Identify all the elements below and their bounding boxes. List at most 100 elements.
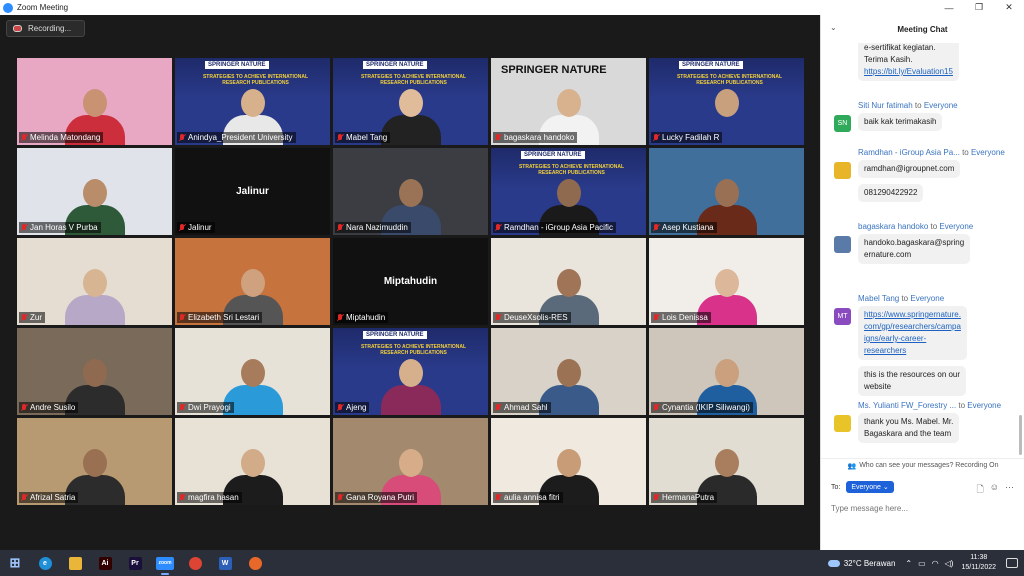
maximize-button[interactable]: ❐ [964, 0, 994, 15]
participant-name-label: Jalinur [177, 222, 215, 233]
minimize-button[interactable]: — [934, 0, 964, 15]
participant-tile[interactable]: SPRINGER NATURE STRATEGIES TO ACHIEVE INT… [175, 58, 330, 145]
weather-widget[interactable]: 32°C Berawan [827, 559, 895, 568]
premiere-icon[interactable]: Pr [120, 550, 150, 576]
message-link[interactable]: https://bit.ly/Evaluation15 [864, 66, 953, 78]
chat-privacy-notice[interactable]: 👥 Who can see your messages? Recording O… [821, 458, 1024, 472]
springer-nature-logo: SPRINGER NATURE [521, 151, 585, 159]
message-text: 081290422922 [864, 188, 918, 197]
more-icon[interactable]: ··· [1005, 482, 1014, 498]
chrome-icon[interactable] [180, 550, 210, 576]
participant-name-label: Anindya_President University [177, 132, 296, 143]
recording-indicator[interactable]: Recording... [6, 20, 85, 37]
participant-name: Miptahudin [346, 313, 386, 322]
to-word: to [901, 294, 909, 303]
message-link[interactable]: researchers [864, 345, 961, 357]
participant-name: Zur [30, 313, 42, 322]
system-tray: 32°C Berawan ⌃ ▭ ◠ ◁) 11:38 15/11/2022 [827, 550, 1024, 576]
participant-tile[interactable]: SPRINGER NATURE STRATEGIES TO ACHIEVE INT… [649, 58, 804, 145]
message-link[interactable]: https://www.springernature. [864, 309, 961, 321]
file-explorer-icon[interactable] [60, 550, 90, 576]
springer-nature-logo: SPRINGER NATURE [363, 61, 427, 69]
chat-title: Meeting Chat [897, 24, 948, 34]
chat-scrollbar[interactable] [1019, 415, 1022, 455]
volume-icon[interactable]: ◁) [945, 559, 954, 568]
participant-tile[interactable]: Elizabeth Sri Lestari [175, 238, 330, 325]
windows-start-icon[interactable]: ⊞ [0, 550, 30, 576]
recipient-select[interactable]: Everyone ⌄ [846, 481, 894, 493]
participant-tile[interactable]: Cynantia (IKIP Siliwangi) [649, 328, 804, 415]
message-sender: Mabel Tang to Everyone [858, 294, 944, 303]
illustrator-icon[interactable]: Ai [90, 550, 120, 576]
message-text: ernature.com [864, 250, 912, 259]
emoji-icon[interactable]: ☺ [990, 482, 999, 498]
sender-name: Ramdhan - iGroup Asia Pa... [858, 148, 960, 157]
participant-tile[interactable]: Dwi Prayogi [175, 328, 330, 415]
participant-tile[interactable]: HermanaPutra [649, 418, 804, 505]
participant-tile[interactable]: Nara Nazimuddin [333, 148, 488, 235]
muted-mic-icon [653, 403, 659, 412]
participant-tile[interactable]: SPRINGER NATURE STRATEGIES TO ACHIEVE INT… [333, 328, 488, 415]
notification-icon[interactable] [1006, 558, 1018, 568]
participant-tile[interactable]: DeuseXsolis-RES [491, 238, 646, 325]
participant-tile[interactable]: Ahmad Sahl [491, 328, 646, 415]
participant-name: Mabel Tang [346, 133, 388, 142]
participant-tile[interactable]: SPRINGER NATURE bagaskara handoko [491, 58, 646, 145]
muted-mic-icon [21, 493, 27, 502]
chevron-down-icon[interactable]: ⌄ [830, 23, 837, 32]
participant-tile[interactable]: SPRINGER NATURE STRATEGIES TO ACHIEVE INT… [333, 58, 488, 145]
muted-mic-icon [337, 493, 343, 502]
windows-taskbar: ⊞ e Ai Pr zoom W 32°C Berawan ⌃ ▭ ◠ ◁) 11:38 … [0, 550, 1024, 576]
participant-name: Jan Horas V Purba [30, 223, 98, 232]
participant-name: Melinda Matondang [30, 133, 101, 142]
battery-icon[interactable]: ▭ [918, 559, 926, 568]
muted-mic-icon [495, 493, 501, 502]
participant-tile[interactable]: SPRINGER NATURE STRATEGIES TO ACHIEVE INT… [491, 148, 646, 235]
muted-mic-icon [179, 223, 185, 232]
clock-date: 15/11/2022 [961, 564, 996, 571]
message-link[interactable]: igns/early-career- [864, 333, 961, 345]
chevron-up-icon[interactable]: ⌃ [905, 559, 912, 568]
participant-tile[interactable]: Melinda Matondang [17, 58, 172, 145]
message-text: this is the resources on our [864, 370, 961, 379]
participant-name-label: Melinda Matondang [19, 132, 104, 143]
participant-tile[interactable]: Jan Horas V Purba [17, 148, 172, 235]
participant-tile[interactable]: Gana Royana Putri [333, 418, 488, 505]
participant-tile[interactable]: Afrizal Satria [17, 418, 172, 505]
message-recipient: Everyone [910, 294, 945, 303]
message-recipient: Everyone [923, 101, 958, 110]
sender-avatar [834, 236, 851, 253]
message-input[interactable] [831, 501, 1015, 515]
wifi-icon[interactable]: ◠ [932, 559, 939, 568]
file-icon[interactable]: 🗋 [977, 482, 984, 498]
participant-tile[interactable]: Zur [17, 238, 172, 325]
edge-icon[interactable]: e [30, 550, 60, 576]
message-text: Bagaskara and the team [864, 429, 952, 438]
word-icon[interactable]: W [210, 550, 240, 576]
participant-grid: Melinda Matondang SPRINGER NATURE STRATEGI… [17, 58, 804, 505]
participant-name-label: Asep Kustiana [651, 222, 717, 233]
close-button[interactable]: ✕ [994, 0, 1024, 15]
participant-tile[interactable]: Asep Kustiana [649, 148, 804, 235]
clock[interactable]: 11:38 15/11/2022 [961, 553, 996, 573]
participant-tile[interactable]: magfira hasan [175, 418, 330, 505]
muted-mic-icon [653, 313, 659, 322]
firefox-icon[interactable] [240, 550, 270, 576]
participant-name-label: Ahmad Sahl [493, 402, 551, 413]
zoom-icon[interactable]: zoom [150, 550, 180, 576]
participant-name-label: Lucky Fadilah R [651, 132, 723, 143]
participant-tile[interactable]: Lois Denissa [649, 238, 804, 325]
message-link[interactable]: com/gp/researchers/campa [864, 321, 961, 333]
springer-nature-logo: SPRINGER NATURE [679, 61, 743, 69]
chat-message-list[interactable]: e-sertifikat kegiatan. Terima Kasih. https… [821, 43, 1024, 459]
participant-tile[interactable]: Andre Susilo [17, 328, 172, 415]
participant-name-label: aulia annisa fitri [493, 492, 563, 503]
sender-avatar [834, 415, 851, 432]
participant-tile[interactable]: aulia annisa fitri [491, 418, 646, 505]
participant-tile[interactable]: Jalinur Jalinur [175, 148, 330, 235]
windows-start-glyph: ⊞ [9, 555, 21, 570]
participant-tile[interactable]: Miptahudin Miptahudin [333, 238, 488, 325]
participant-name-label: magfira hasan [177, 492, 242, 503]
participant-name: Afrizal Satria [30, 493, 76, 502]
message-text: e-sertifikat kegiatan. [864, 43, 936, 52]
